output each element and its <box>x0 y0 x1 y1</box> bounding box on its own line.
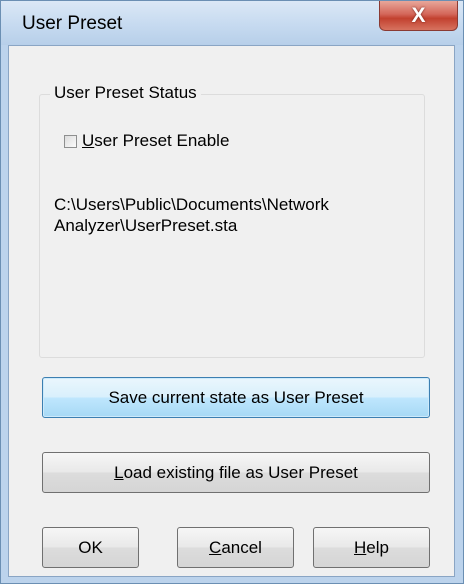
close-icon: X <box>411 4 426 27</box>
help-label-rest: elp <box>366 537 389 557</box>
checkbox-icon[interactable] <box>64 134 77 148</box>
load-label-mnemonic: L <box>114 462 124 482</box>
load-existing-file-button[interactable]: Load existing file as User Preset <box>42 452 430 493</box>
checkbox-label: User Preset Enable <box>82 131 229 151</box>
cancel-button[interactable]: Cancel <box>177 527 294 568</box>
help-button[interactable]: Help <box>313 527 430 568</box>
load-button-label: Load existing file as User Preset <box>114 463 358 483</box>
user-preset-enable-checkbox[interactable]: User Preset Enable <box>64 131 229 151</box>
checkbox-label-rest: ser Preset Enable <box>94 131 230 150</box>
save-as-user-preset-button[interactable]: Save current state as User Preset <box>42 377 430 418</box>
window-title: User Preset <box>22 13 123 34</box>
preset-file-path: C:\Users\Public\Documents\Network Analyz… <box>54 195 329 235</box>
cancel-label-mnemonic: C <box>209 537 222 557</box>
help-button-label: Help <box>354 538 389 558</box>
cancel-label-rest: ancel <box>221 537 262 557</box>
user-preset-status-group: User Preset Status User Preset Enable C:… <box>39 83 425 358</box>
ok-button-label: OK <box>78 537 103 557</box>
help-label-mnemonic: H <box>354 537 367 557</box>
checkbox-label-mnemonic: U <box>82 131 95 150</box>
dialog-client-area: User Preset Status User Preset Enable C:… <box>8 45 455 577</box>
load-label-rest: oad existing file as User Preset <box>123 462 358 482</box>
save-button-label: Save current state as User Preset <box>108 387 364 407</box>
group-title: User Preset Status <box>50 83 201 103</box>
close-button[interactable]: X <box>379 1 458 31</box>
ok-button[interactable]: OK <box>42 527 139 568</box>
cancel-button-label: Cancel <box>209 538 262 558</box>
title-bar[interactable]: User Preset X <box>1 1 463 45</box>
dialog-window: User Preset X User Preset Status User Pr… <box>0 0 464 584</box>
